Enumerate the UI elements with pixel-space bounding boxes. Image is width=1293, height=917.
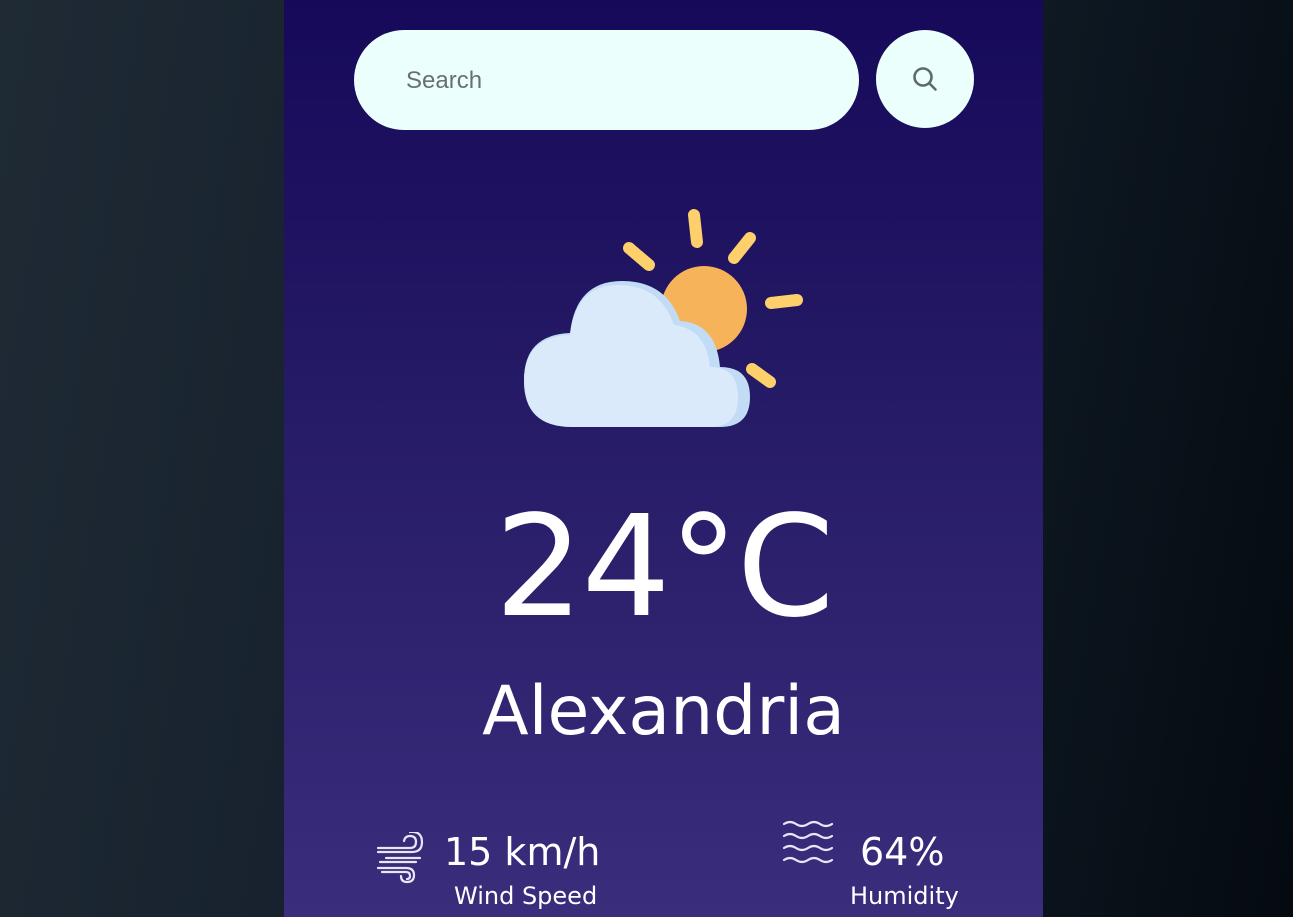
city-name: Alexandria [482,672,845,751]
humidity-value: 64% [860,830,945,874]
humidity-icon [782,820,834,864]
search-input[interactable] [404,30,828,132]
partly-cloudy-icon [524,209,803,427]
search-box[interactable] [354,30,859,132]
humidity-label: Humidity [850,882,959,910]
temperature: 24°C [494,486,835,649]
wind-speed-value: 15 km/h [444,830,601,874]
search-button[interactable] [876,30,974,128]
search-icon [913,67,937,91]
wind-icon [376,832,424,884]
weather-card: 24°C Alexandria 15 km/h Wind Speed 64% H… [284,0,1043,917]
wind-speed-label: Wind Speed [454,882,598,910]
